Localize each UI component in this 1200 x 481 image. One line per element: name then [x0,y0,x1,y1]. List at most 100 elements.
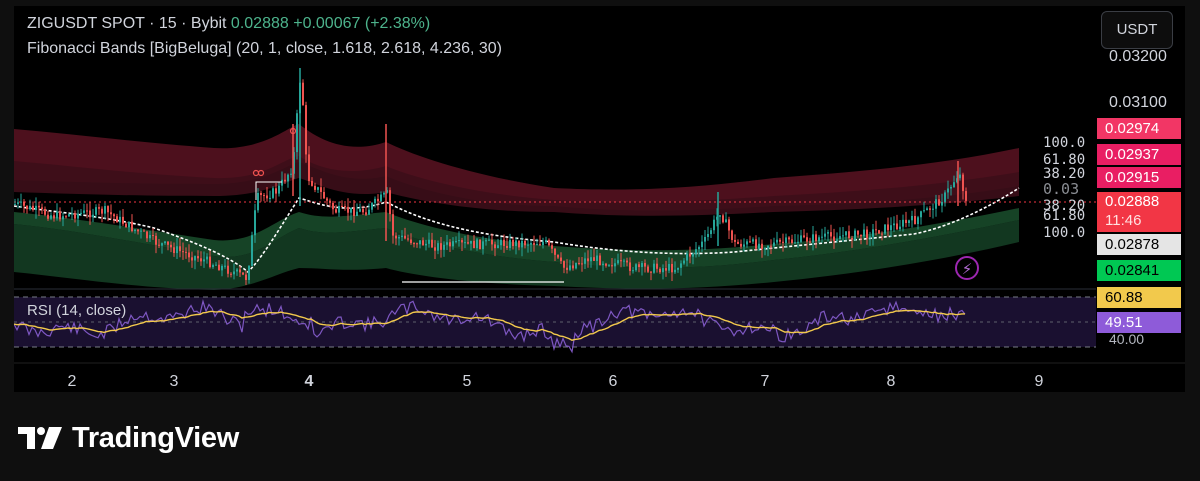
price-axis-tick: 0.03 [1043,180,1080,198]
candle-body [476,239,478,249]
candle-body [911,215,913,221]
candle-body [488,239,490,241]
candle-body [143,230,145,232]
candle-body [887,224,889,231]
lightning-icon[interactable]: ⚡ [955,256,979,280]
candle-body [263,195,265,197]
candle-body [770,245,772,247]
last-price-value: 0.02888 [1105,193,1160,210]
candle-body [719,215,721,217]
candle-body [458,240,460,242]
candle-body [800,235,802,242]
candle-body [227,265,229,274]
candle-body [854,230,856,240]
candle-body [215,264,217,266]
candle-body [197,256,199,259]
time-axis-tick: 8 [886,373,896,390]
candle-body [332,202,334,210]
candle-body [881,233,883,235]
candle-body [467,242,469,244]
symbol-header[interactable]: ZIGUSDT SPOT · 15 · Bybit 0.02888 +0.000… [27,15,430,33]
candle-body [311,181,313,186]
candle-body [698,247,700,250]
candle-body [782,241,784,243]
candle-body [107,206,109,213]
candle-body [287,174,289,182]
candle-body [899,226,901,230]
candle-body [449,242,451,247]
candle-body [473,240,475,249]
candle-body [866,229,868,239]
candle-body [86,210,88,212]
last-price-label: 0.02888 11:46 [1097,192,1181,232]
candle-body [134,229,136,232]
candle-body [302,82,304,106]
candle-body [641,263,643,267]
candle-body [914,215,916,225]
header-separator: · [144,15,159,32]
candle-body [461,240,463,243]
candle-body [884,224,886,234]
price-label-upper-61: 0.02937 [1097,144,1181,165]
candle-body [29,205,31,210]
price-label-upper-38: 0.02915 [1097,167,1181,188]
rsi-legend[interactable]: RSI (14, close) [27,302,126,319]
candle-body [896,223,898,230]
chart-area[interactable]: ZIGUSDT SPOT · 15 · Bybit 0.02888 +0.000… [14,6,1185,392]
candle-body [656,263,658,269]
candle-body [635,264,637,271]
candle-body [515,240,517,247]
candle-body [437,243,439,251]
candle-body [200,258,202,262]
candle-body [581,263,583,265]
candle-body [668,263,670,271]
candle-body [824,233,826,237]
tradingview-logo[interactable]: TradingView [18,420,239,456]
currency-button[interactable]: USDT [1101,11,1173,49]
indicator-legend[interactable]: Fibonacci Bands [BigBeluga] (20, 1, clos… [27,40,502,58]
candle-body [842,235,844,237]
candle-body [845,231,847,236]
candle-body [146,231,148,239]
candle-body [17,202,19,204]
candle-body [713,219,715,231]
candle-body [344,206,346,208]
candle-body [47,214,49,219]
candle-body [740,243,742,247]
candle-body [434,247,436,251]
price-chart[interactable] [14,6,1185,392]
candle-body [494,244,496,249]
candle-body [443,244,445,250]
tradingview-logo-icon [18,427,62,449]
candle-body [797,241,799,243]
candle-body [161,243,163,246]
candle-body [452,241,454,247]
header-separator: · [176,15,191,32]
bar-countdown: 11:46 [1105,212,1142,229]
candle-body [503,239,505,246]
interval-label[interactable]: 15 [159,15,177,32]
candle-body [779,239,781,242]
candle-body [83,210,85,213]
candle-body [941,201,943,206]
candle-body [773,242,775,246]
candle-body [545,239,547,242]
candle-body [533,243,535,245]
candle-body [803,235,805,238]
price-label-lower: 0.02841 [1097,260,1181,281]
candle-body [734,239,736,242]
candle-body [626,260,628,263]
candle-body [35,205,37,211]
candle-body [203,259,205,262]
candle-body [374,198,376,204]
candle-body [926,208,928,211]
candle-body [785,237,787,243]
candle-body [380,194,382,202]
candle-body [464,242,466,244]
candle-body [923,210,925,212]
symbol-name[interactable]: ZIGUSDT SPOT [27,15,145,32]
candle-body [524,240,526,246]
candle-body [365,212,367,215]
candle-body [281,179,283,186]
candle-body [491,239,493,245]
